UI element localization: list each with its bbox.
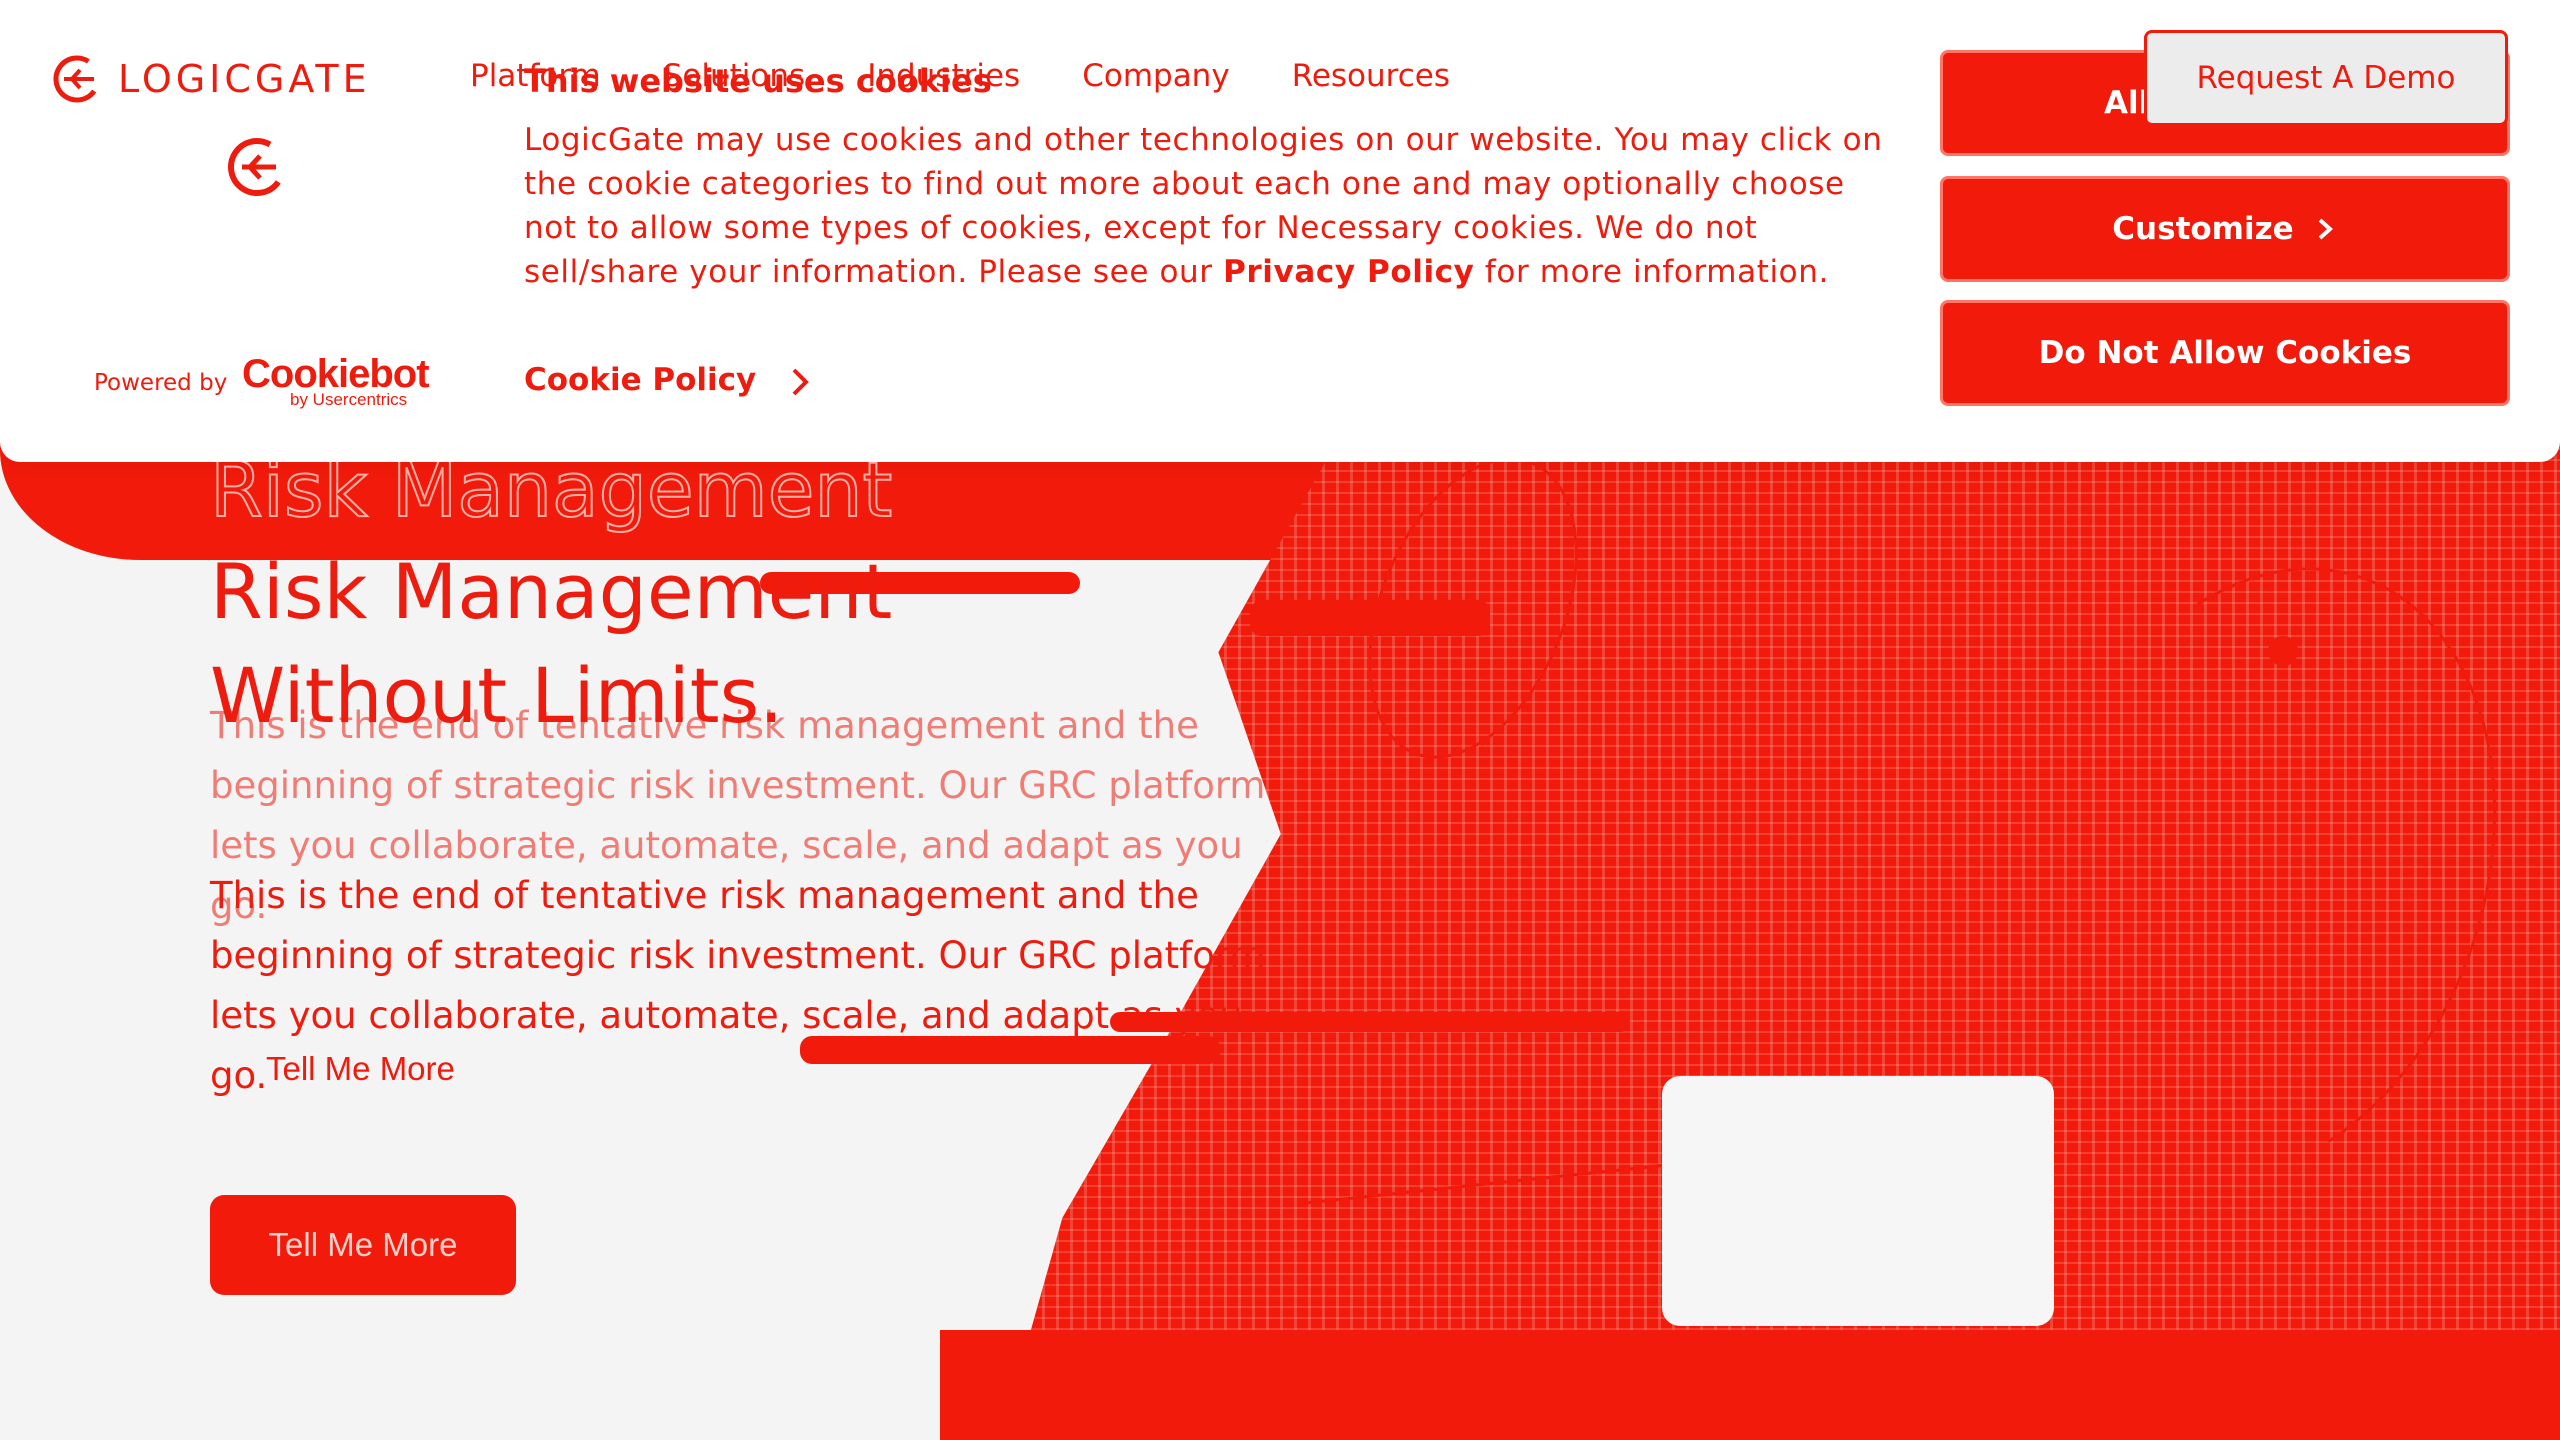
nav-item-resources[interactable]: Resources — [1292, 58, 1450, 94]
tell-me-more-link[interactable]: Tell Me More — [266, 1050, 455, 1088]
tell-me-more-button[interactable]: Tell Me More — [210, 1195, 516, 1295]
nav-item-industries[interactable]: Industries — [867, 58, 1020, 94]
privacy-policy-link[interactable]: Privacy Policy — [1223, 254, 1474, 290]
cookie-description-tail: for more information. — [1474, 254, 1829, 290]
hero-title-line-1: Risk Management — [210, 547, 893, 636]
chevron-right-icon[interactable] — [782, 362, 818, 402]
orbit-dot — [2268, 636, 2298, 666]
chevron-right-icon — [2318, 218, 2333, 240]
hero-floor — [940, 1330, 2560, 1440]
usercentrics-label: by Usercentrics — [290, 390, 408, 409]
logicgate-logo-icon — [228, 138, 286, 196]
logicgate-logo-icon — [53, 55, 101, 103]
logo-wordmark: LOGICGATE — [118, 57, 371, 101]
nav-item-company[interactable]: Company — [1082, 58, 1229, 94]
main-nav: Platform Solutions Industries Company Re… — [470, 58, 1450, 94]
customize-button[interactable]: Customize — [1940, 176, 2510, 282]
powered-by-label: Powered by — [94, 370, 228, 396]
do-not-allow-cookies-button[interactable]: Do Not Allow Cookies — [1940, 300, 2510, 406]
do-not-allow-label: Do Not Allow Cookies — [2038, 335, 2412, 371]
cookie-policy-link[interactable]: Cookie Policy — [524, 362, 756, 398]
customize-label: Customize — [2112, 211, 2294, 247]
site-logo[interactable]: LOGICGATE — [50, 52, 371, 106]
nav-item-solutions[interactable]: Solutions — [663, 58, 805, 94]
laptop-screen — [1662, 1076, 2054, 1326]
nav-item-platform[interactable]: Platform — [470, 58, 601, 94]
cookie-description: LogicGate may use cookies and other tech… — [524, 118, 1904, 294]
request-demo-button[interactable]: Request A Demo — [2144, 30, 2508, 126]
